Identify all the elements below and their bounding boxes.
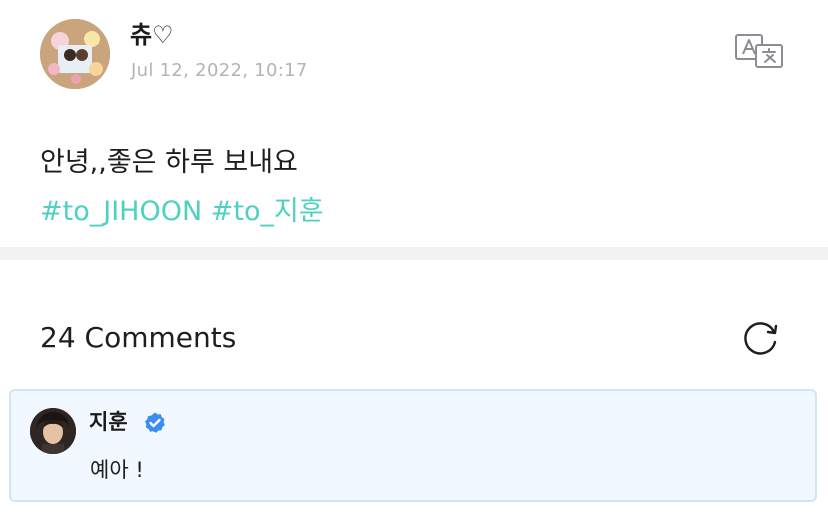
comment-author-name[interactable]: 지훈 — [89, 408, 128, 436]
section-divider — [0, 247, 828, 260]
post-date: Jul 12, 2022, 10:17 — [131, 60, 308, 81]
refresh-icon — [744, 322, 778, 355]
post-hashtags: #to_JIHOON #to_지훈 — [40, 194, 324, 230]
post-author-avatar[interactable] — [40, 19, 110, 89]
post-text: 안녕,,좋은 하루 보내요 — [40, 147, 298, 178]
comment-author-avatar[interactable] — [30, 408, 76, 454]
avatar-photo — [40, 19, 110, 89]
translate-icon — [735, 34, 783, 68]
verified-badge-icon — [143, 411, 167, 435]
comment-text: 예아 ! — [90, 458, 144, 482]
hashtag-link[interactable]: #to_JIHOON — [40, 196, 202, 227]
comment-card[interactable]: 지훈 예아 ! — [9, 389, 817, 502]
post-author-name[interactable]: 츄♡ — [130, 20, 174, 50]
translate-button[interactable] — [734, 33, 784, 69]
post-detail-page: 츄♡ Jul 12, 2022, 10:17 안녕,,좋은 하루 보내요 #to… — [0, 0, 828, 512]
refresh-comments-button[interactable] — [738, 318, 782, 362]
comments-count-title: 24 Comments — [40, 321, 237, 354]
avatar-photo — [30, 408, 76, 454]
hashtag-link[interactable]: #to_지훈 — [211, 196, 324, 227]
